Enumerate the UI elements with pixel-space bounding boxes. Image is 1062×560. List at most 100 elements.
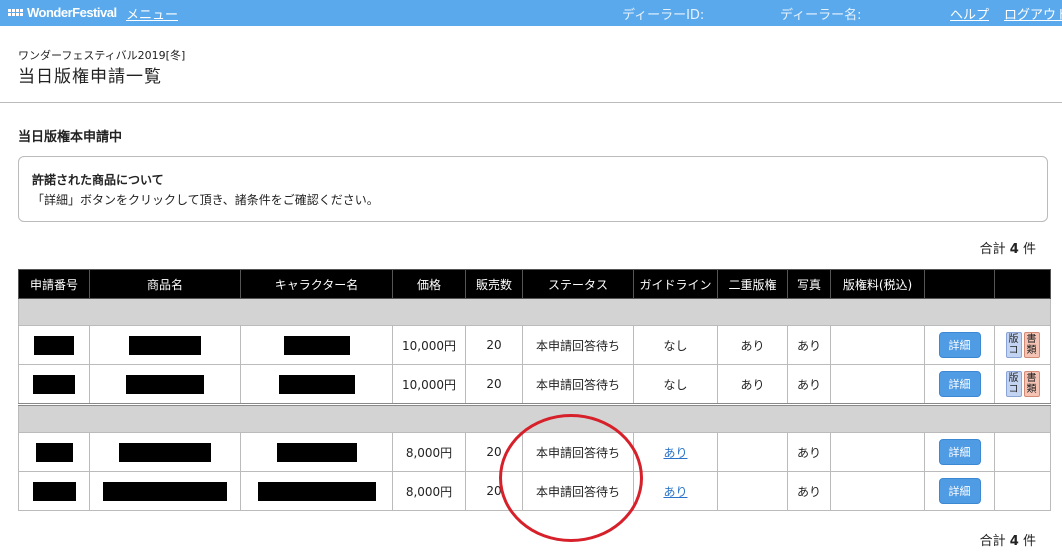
redacted-block [257,481,376,501]
product-name-cell [89,471,241,511]
status-cell: 本申請回答待ち [522,471,634,511]
status-cell: 本申請回答待ち [522,325,634,365]
redacted-block [129,335,201,355]
detail-button[interactable]: 詳細 [938,332,981,358]
application-no-cell [18,325,90,365]
actions-cell: 詳細 [924,471,995,511]
help-link[interactable]: ヘルプ [950,4,989,23]
tags-cell: 版コ書類 [994,325,1051,365]
redacted-block [103,481,227,501]
group-cell [18,403,1051,433]
tag-char: コ [1008,345,1019,356]
col-photo: 写真 [787,269,831,299]
application-no-cell [18,471,90,511]
section-title: 当日版権本申請中 [18,130,123,145]
top-bar: WonderFestival メニュー ディーラーID: ディーラー名: ヘルプ… [0,0,1062,26]
redacted-block [32,481,76,501]
table-row: 8,000円 20 本申請回答待ち あり あり 詳細 [18,471,1051,511]
col-quantity: 販売数 [465,269,523,299]
tag-char: コ [1008,384,1019,395]
col-price: 価格 [392,269,466,299]
quantity-cell: 20 [465,471,523,511]
redacted-block [283,335,350,355]
total-suffix: 件 [1022,242,1036,257]
total-count-top: 合計 4 件 [980,238,1036,257]
character-name-cell [240,471,393,511]
redacted-block [35,442,73,462]
double-rights-cell [717,471,788,511]
detail-button[interactable]: 詳細 [938,439,981,465]
total-number: 4 [1009,242,1019,257]
redacted-block [33,374,75,394]
tags-cell: 版コ書類 [994,364,1051,405]
guideline-link[interactable]: あり [663,446,687,460]
guideline-link[interactable]: あり [663,485,687,499]
double-rights-cell: あり [717,364,788,405]
price-cell: 10,000円 [392,325,466,365]
logo-grid-icon [8,9,23,16]
license-copy-tag-icon: 版コ [1005,332,1022,358]
tags-cell [994,471,1051,511]
photo-cell: あり [787,325,831,365]
detail-button[interactable]: 詳細 [938,478,981,504]
col-tags [994,269,1051,299]
character-name-cell [240,325,393,365]
notice-body: 「詳細」ボタンをクリックして頂き、諸条件をご確認ください。 [32,193,379,207]
quantity-cell: 20 [465,325,523,365]
double-rights-cell [717,432,788,472]
redacted-block [34,335,74,355]
photo-cell: あり [787,432,831,472]
price-cell: 8,000円 [392,471,466,511]
col-product-name: 商品名 [89,269,241,299]
double-rights-cell: あり [717,325,788,365]
application-no-cell [18,364,90,405]
photo-cell: あり [787,364,831,405]
group-row [18,298,1051,326]
wonder-festival-logo[interactable]: WonderFestival [8,5,117,20]
product-name-cell [89,325,241,365]
applications-table: 申請番号 商品名 キャラクター名 価格 販売数 ステータス ガイドライン 二重版… [18,269,1051,511]
photo-cell: あり [787,471,831,511]
status-cell: 本申請回答待ち [522,364,634,405]
guideline-cell: あり [633,471,718,511]
table-row: 10,000円 20 本申請回答待ち なし あり あり 詳細 版コ書類 [18,325,1051,365]
table-header-row: 申請番号 商品名 キャラクター名 価格 販売数 ステータス ガイドライン 二重版… [18,269,1051,299]
price-cell: 10,000円 [392,364,466,405]
col-application-no: 申請番号 [18,269,90,299]
group-row [18,403,1051,433]
documents-tag-icon: 書類 [1023,332,1040,358]
product-name-cell [89,364,241,405]
col-guideline: ガイドライン [633,269,718,299]
col-character-name: キャラクター名 [240,269,393,299]
redacted-block [119,442,211,462]
notice-title: 許諾された商品について [32,173,164,187]
license-fee-cell [830,432,925,472]
col-double-rights: 二重版権 [717,269,788,299]
quantity-cell: 20 [465,364,523,405]
license-fee-cell [830,364,925,405]
tag-char: 書 [1026,334,1037,345]
logout-link[interactable]: ログアウト [1004,4,1062,23]
col-actions [924,269,995,299]
actions-cell: 詳細 [924,364,995,405]
character-name-cell [240,432,393,472]
price-cell: 8,000円 [392,432,466,472]
notice-box: 許諾された商品について 「詳細」ボタンをクリックして頂き、諸条件をご確認ください… [18,156,1048,222]
redacted-block [278,374,355,394]
total-prefix: 合計 [979,534,1006,549]
page-title: 当日版権申請一覧 [18,67,162,87]
tag-char: 類 [1026,384,1037,395]
tag-char: 書 [1026,373,1037,384]
detail-button[interactable]: 詳細 [938,371,981,397]
menu-link[interactable]: メニュー [126,4,178,23]
tag-char: 類 [1026,345,1037,356]
redacted-block [276,442,357,462]
actions-cell: 詳細 [924,325,995,365]
tag-char: 版 [1008,334,1019,345]
quantity-cell: 20 [465,432,523,472]
license-fee-cell [830,471,925,511]
license-fee-cell [830,325,925,365]
tag-char: 版 [1008,373,1019,384]
guideline-cell: なし [633,325,718,365]
actions-cell: 詳細 [924,432,995,472]
